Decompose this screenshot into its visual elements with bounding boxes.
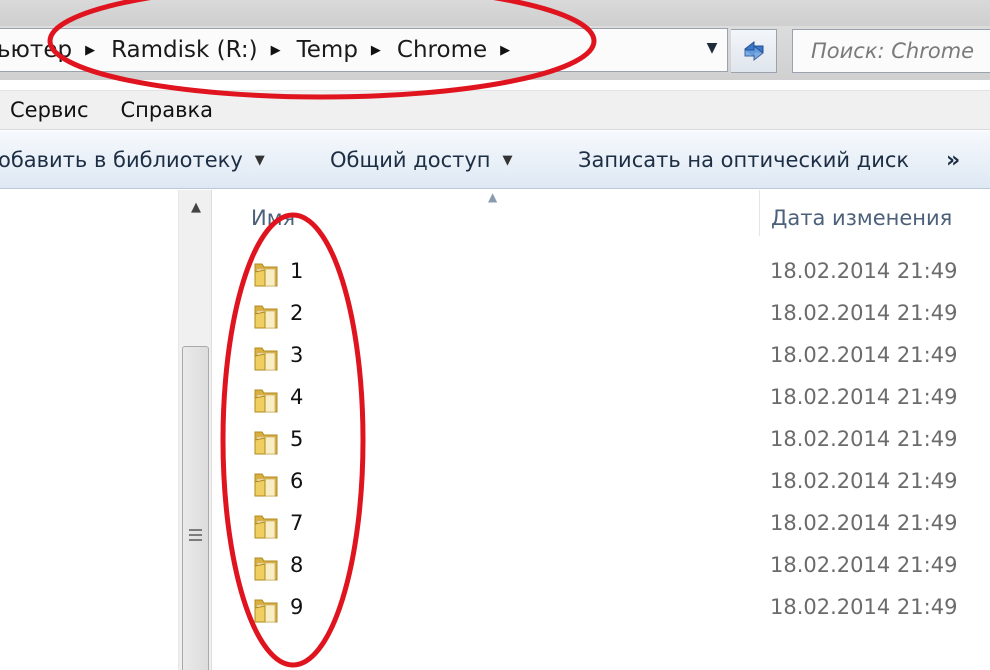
file-date-modified: 18.02.2014 21:49 xyxy=(770,469,958,493)
file-date-modified: 18.02.2014 21:49 xyxy=(770,427,958,451)
share-label: Общий доступ xyxy=(330,148,491,172)
scroll-up-icon[interactable]: ▲ xyxy=(179,200,213,224)
folder-icon xyxy=(254,599,278,623)
column-divider[interactable] xyxy=(759,190,760,236)
grip-icon xyxy=(189,529,202,544)
breadcrumb-label: Chrome xyxy=(396,37,488,63)
share-button[interactable]: Общий доступ ▼ xyxy=(330,131,513,189)
chevron-right-icon[interactable]: ▶ xyxy=(271,43,281,58)
navigation-scrollbar[interactable]: ▲ xyxy=(178,190,212,670)
file-name: 1 xyxy=(290,259,304,283)
folder-icon xyxy=(254,557,278,581)
refresh-icon xyxy=(743,40,764,62)
folder-icon xyxy=(254,515,278,539)
window-title-strip xyxy=(0,0,990,26)
menu-bar: Сервис Справка xyxy=(0,90,990,130)
command-bar: обавить в библиотеку ▼ Общий доступ ▼ За… xyxy=(0,131,990,189)
file-row[interactable]: 4 18.02.2014 21:49 xyxy=(213,379,990,421)
chevron-down-icon: ▼ xyxy=(254,152,265,168)
file-date-modified: 18.02.2014 21:49 xyxy=(770,511,958,535)
chevron-down-icon[interactable]: ▼ xyxy=(696,28,728,68)
breadcrumb-label: ьютер xyxy=(0,37,73,63)
menu-item-help[interactable]: Справка xyxy=(120,98,213,122)
column-header-date-modified[interactable]: Дата изменения xyxy=(771,206,952,230)
breadcrumb-label: Ramdisk (R:) xyxy=(111,37,258,63)
file-row[interactable]: 6 18.02.2014 21:49 xyxy=(213,463,990,505)
address-bar[interactable]: ьютер ▶ Ramdisk (R:) ▶ Temp ▶ Chrome ▶ xyxy=(0,28,728,72)
folder-icon xyxy=(254,263,278,287)
file-row[interactable]: 3 18.02.2014 21:49 xyxy=(213,337,990,379)
file-name: 7 xyxy=(290,511,304,535)
file-list: ▲ Имя Дата изменения 1 18.02.2014 21:49 2 1… xyxy=(213,190,990,670)
folder-icon xyxy=(254,431,278,455)
address-row: ьютер ▶ Ramdisk (R:) ▶ Temp ▶ Chrome ▶ ▼ xyxy=(0,26,990,80)
file-date-modified: 18.02.2014 21:49 xyxy=(770,259,958,283)
file-name: 4 xyxy=(290,385,304,409)
file-row[interactable]: 2 18.02.2014 21:49 xyxy=(213,295,990,337)
add-to-library-label: обавить в библиотеку xyxy=(0,148,243,172)
file-name: 2 xyxy=(290,301,304,325)
column-header-name[interactable]: Имя xyxy=(251,206,295,230)
file-name: 8 xyxy=(290,553,304,577)
file-row[interactable]: 8 18.02.2014 21:49 xyxy=(213,547,990,589)
burn-disc-label: Записать на оптический диск xyxy=(578,148,910,172)
file-row[interactable]: 5 18.02.2014 21:49 xyxy=(213,421,990,463)
navigation-pane[interactable] xyxy=(0,190,178,670)
file-row[interactable]: 1 18.02.2014 21:49 xyxy=(213,253,990,295)
burn-disc-button[interactable]: Записать на оптический диск xyxy=(578,131,909,189)
file-name: 3 xyxy=(290,343,304,367)
file-name: 6 xyxy=(290,469,304,493)
file-date-modified: 18.02.2014 21:49 xyxy=(770,385,958,409)
folder-icon xyxy=(254,305,278,329)
chevron-right-icon[interactable]: ▶ xyxy=(371,43,381,58)
file-name: 5 xyxy=(290,427,304,451)
file-name: 9 xyxy=(290,595,304,619)
add-to-library-button[interactable]: обавить в библиотеку ▼ xyxy=(0,131,265,189)
refresh-button[interactable] xyxy=(731,29,777,73)
file-date-modified: 18.02.2014 21:49 xyxy=(770,595,958,619)
chevron-down-icon: ▼ xyxy=(502,152,513,168)
file-date-modified: 18.02.2014 21:49 xyxy=(770,301,958,325)
file-date-modified: 18.02.2014 21:49 xyxy=(770,343,958,367)
file-row[interactable]: 7 18.02.2014 21:49 xyxy=(213,505,990,547)
breadcrumb-label: Temp xyxy=(296,37,358,63)
folder-icon xyxy=(254,347,278,371)
sort-ascending-icon: ▲ xyxy=(488,190,498,204)
scroll-thumb[interactable] xyxy=(182,346,209,670)
folder-icon xyxy=(254,389,278,413)
breadcrumb-temp[interactable]: Temp ▶ xyxy=(297,37,397,63)
search-box[interactable] xyxy=(792,29,990,73)
file-date-modified: 18.02.2014 21:49 xyxy=(770,553,958,577)
menu-item-service[interactable]: Сервис xyxy=(10,98,88,122)
chevron-right-icon[interactable]: ▶ xyxy=(85,43,95,58)
chevron-right-icon[interactable]: ▶ xyxy=(500,43,510,58)
folder-icon xyxy=(254,473,278,497)
breadcrumb-chrome[interactable]: Chrome ▶ xyxy=(397,37,526,63)
breadcrumb-ramdisk[interactable]: Ramdisk (R:) ▶ xyxy=(111,37,297,63)
breadcrumb-computer[interactable]: ьютер ▶ xyxy=(0,37,111,63)
search-input[interactable] xyxy=(811,39,990,63)
file-row[interactable]: 9 18.02.2014 21:49 xyxy=(213,589,990,631)
double-chevron-right-icon: » xyxy=(946,147,961,173)
more-commands-button[interactable]: » xyxy=(946,131,960,189)
